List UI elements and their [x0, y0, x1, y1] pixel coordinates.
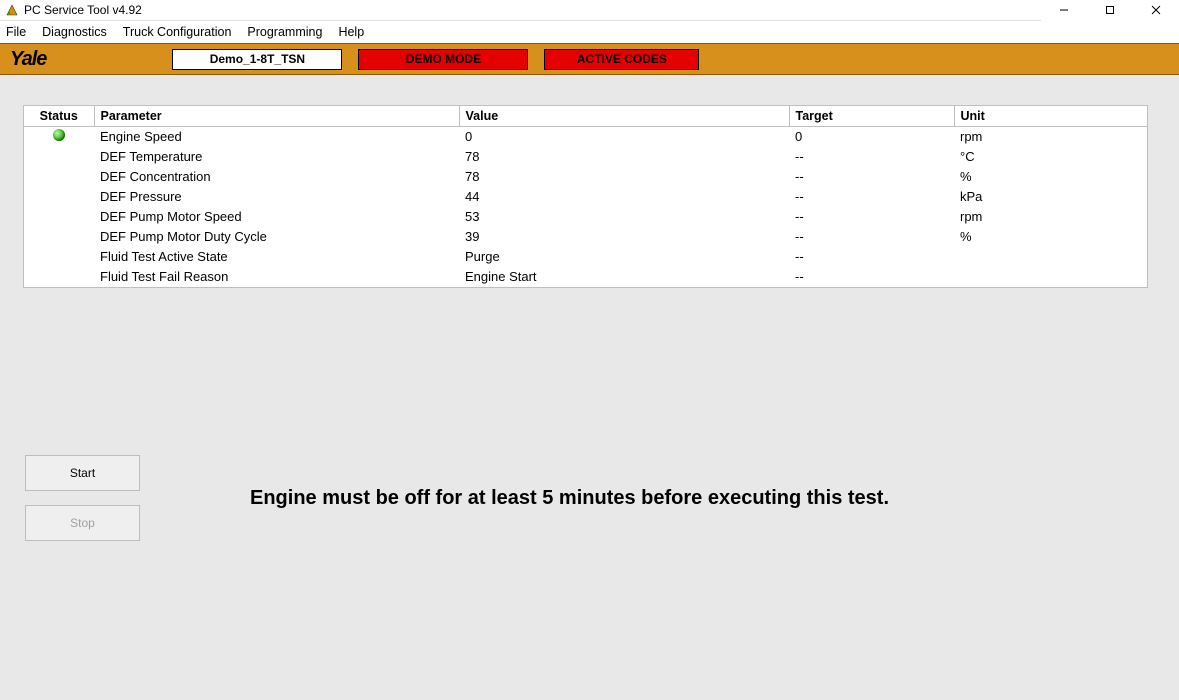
table-row[interactable]: DEF Pressure44--kPa — [24, 187, 1147, 207]
window-title-bar: PC Service Tool v4.92 — [0, 0, 1179, 21]
parameter-cell: Fluid Test Active State — [94, 247, 459, 267]
menu-file[interactable]: File — [6, 25, 26, 39]
parameter-cell: DEF Pump Motor Duty Cycle — [94, 227, 459, 247]
value-cell: Purge — [459, 247, 789, 267]
parameter-cell: Fluid Test Fail Reason — [94, 267, 459, 287]
target-cell: -- — [789, 187, 954, 207]
target-cell: -- — [789, 167, 954, 187]
value-cell: 39 — [459, 227, 789, 247]
status-cell — [24, 247, 94, 267]
unit-cell: rpm — [954, 207, 1147, 227]
target-cell: -- — [789, 147, 954, 167]
unit-cell — [954, 247, 1147, 267]
active-codes-indicator[interactable]: ACTIVE CODES — [544, 49, 699, 70]
truck-name-indicator: Demo_1-8T_TSN — [172, 49, 342, 70]
brand-bar: Yale Demo_1-8T_TSN DEMO MODE ACTIVE CODE… — [0, 43, 1179, 75]
app-icon — [4, 2, 20, 18]
parameters-table: Status Parameter Value Target Unit Engin… — [23, 105, 1148, 288]
value-cell: 78 — [459, 147, 789, 167]
table-row[interactable]: Fluid Test Fail ReasonEngine Start-- — [24, 267, 1147, 287]
status-led-icon — [53, 129, 65, 141]
table-row[interactable]: Engine Speed00rpm — [24, 127, 1147, 147]
menu-help[interactable]: Help — [338, 25, 364, 39]
col-header-unit[interactable]: Unit — [954, 106, 1147, 127]
parameter-cell: DEF Temperature — [94, 147, 459, 167]
table-row[interactable]: DEF Pump Motor Speed53--rpm — [24, 207, 1147, 227]
table-row[interactable]: DEF Concentration78--% — [24, 167, 1147, 187]
unit-cell — [954, 267, 1147, 287]
target-cell: -- — [789, 267, 954, 287]
minimize-button[interactable] — [1041, 0, 1087, 21]
status-cell — [24, 227, 94, 247]
value-cell: Engine Start — [459, 267, 789, 287]
parameter-cell: DEF Concentration — [94, 167, 459, 187]
target-cell: -- — [789, 227, 954, 247]
table-row[interactable]: Fluid Test Active StatePurge-- — [24, 247, 1147, 267]
work-area: Status Parameter Value Target Unit Engin… — [0, 75, 1179, 700]
target-cell: -- — [789, 207, 954, 227]
maximize-button[interactable] — [1087, 0, 1133, 21]
status-cell — [24, 267, 94, 287]
unit-cell: kPa — [954, 187, 1147, 207]
target-cell: 0 — [789, 127, 954, 147]
parameter-cell: DEF Pressure — [94, 187, 459, 207]
parameter-cell: DEF Pump Motor Speed — [94, 207, 459, 227]
status-cell — [24, 187, 94, 207]
table-row[interactable]: DEF Temperature78--°C — [24, 147, 1147, 167]
unit-cell: % — [954, 227, 1147, 247]
target-cell: -- — [789, 247, 954, 267]
unit-cell: rpm — [954, 127, 1147, 147]
demo-mode-indicator: DEMO MODE — [358, 49, 528, 70]
start-button[interactable]: Start — [25, 455, 140, 491]
status-cell — [24, 127, 94, 147]
col-header-status[interactable]: Status — [24, 106, 94, 127]
value-cell: 78 — [459, 167, 789, 187]
menu-truck-config[interactable]: Truck Configuration — [123, 25, 232, 39]
menu-diagnostics[interactable]: Diagnostics — [42, 25, 107, 39]
stop-button: Stop — [25, 505, 140, 541]
window-title: PC Service Tool v4.92 — [24, 3, 1041, 17]
menu-programming[interactable]: Programming — [247, 25, 322, 39]
col-header-parameter[interactable]: Parameter — [94, 106, 459, 127]
col-header-target[interactable]: Target — [789, 106, 954, 127]
brand-logo: Yale — [10, 48, 46, 71]
status-cell — [24, 167, 94, 187]
unit-cell: °C — [954, 147, 1147, 167]
close-button[interactable] — [1133, 0, 1179, 21]
value-cell: 0 — [459, 127, 789, 147]
unit-cell: % — [954, 167, 1147, 187]
status-cell — [24, 147, 94, 167]
menu-bar: File Diagnostics Truck Configuration Pro… — [0, 21, 1179, 43]
col-header-value[interactable]: Value — [459, 106, 789, 127]
parameter-cell: Engine Speed — [94, 127, 459, 147]
value-cell: 53 — [459, 207, 789, 227]
status-cell — [24, 207, 94, 227]
instruction-text: Engine must be off for at least 5 minute… — [250, 487, 889, 510]
value-cell: 44 — [459, 187, 789, 207]
table-row[interactable]: DEF Pump Motor Duty Cycle39--% — [24, 227, 1147, 247]
table-header-row: Status Parameter Value Target Unit — [24, 106, 1147, 127]
